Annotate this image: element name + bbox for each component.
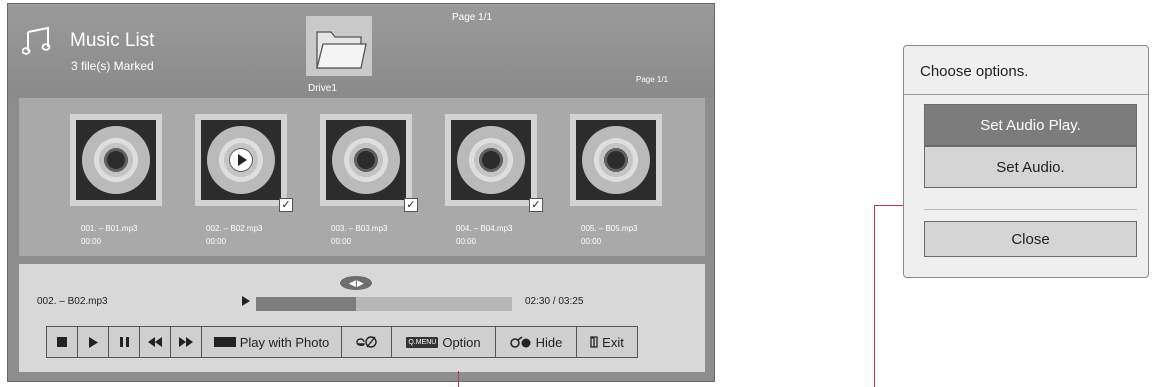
set-audio-option[interactable]: Set Audio. [924,146,1137,188]
fast-forward-icon [179,337,193,347]
option-button[interactable]: Q.MENU Option [392,327,496,357]
checkmark-icon[interactable]: ✓ [404,198,418,212]
track-thumbnail-1[interactable] [70,114,162,206]
close-button[interactable]: Close [924,221,1137,257]
rewind-icon [148,337,162,347]
cd-icon [457,126,525,194]
dialog-title: Choose options. [920,63,1029,80]
energy-saving-button[interactable] [342,327,392,357]
track-thumbnail-4[interactable]: ✓ [445,114,543,212]
stop-button[interactable] [47,327,78,357]
track-thumbnail-3[interactable]: ✓ [320,114,418,212]
hide-icon [509,336,531,348]
track-time: 00:00 [456,237,477,246]
option-label: Option [442,334,481,350]
pause-button[interactable] [109,327,140,357]
playing-indicator-icon [242,296,250,306]
track-caption-5: 005. – B05.mp3 00:00 [581,222,637,248]
track-name: 002. – B02.mp3 [206,224,263,233]
play-icon [89,336,98,348]
checkmark-icon[interactable]: ✓ [279,198,293,212]
cd-icon [332,126,400,194]
play-with-photo-label: Play with Photo [239,334,330,350]
set-audio-play-option[interactable]: Set Audio Play. [924,104,1137,146]
now-playing-title: 002. – B02.mp3 [37,296,108,307]
playback-time: 02:30 / 03:25 [525,296,584,307]
track-thumbnail-5[interactable] [570,114,662,206]
exit-label: Exit [602,334,624,350]
hide-label: Hide [535,334,563,350]
pause-icon [119,337,129,347]
pointer-line [874,205,904,206]
track-time: 00:00 [81,237,102,246]
right-arrow-icon: ▶ [356,278,364,288]
track-caption-4: 004. – B04.mp3 00:00 [456,222,512,248]
progress-bar[interactable] [256,297,512,311]
divider [924,209,1137,210]
divider [904,94,1148,95]
exit-icon [590,336,598,348]
checkmark-icon[interactable]: ✓ [529,198,543,212]
cd-icon [582,126,650,194]
track-time: 00:00 [331,237,352,246]
energy-saving-icon [355,336,377,348]
drive-folder-icon[interactable] [306,16,372,76]
hide-button[interactable]: Hide [496,327,577,357]
pointer-line [874,205,875,387]
page-title: Music List [70,30,155,51]
track-caption-3: 003. – B03.mp3 00:00 [331,222,387,248]
progress-handle[interactable]: ◀ ▶ [339,276,372,290]
stop-icon [57,337,67,347]
track-gallery: 001. – B01.mp3 00:00 ✓ 002. – B02.mp3 00:0… [19,98,705,256]
playback-panel: ◀ ▶ 002. – B02.mp3 02:30 / 03:25 Play wi… [19,264,705,372]
exit-button[interactable]: Exit [577,327,637,357]
track-time: 00:00 [581,237,602,246]
play-button[interactable] [78,327,109,357]
play-with-photo-button[interactable]: Play with Photo [202,327,342,357]
track-caption-2: 002. – B02.mp3 00:00 [206,222,262,248]
play-overlay-icon [230,149,252,171]
cd-icon [82,126,150,194]
track-caption-1: 001. – B01.mp3 00:00 [81,222,137,248]
track-time: 00:00 [206,237,227,246]
track-thumbnail-2[interactable]: ✓ [195,114,293,212]
marked-count: 3 file(s) Marked [71,59,154,73]
control-bar: Play with Photo Q.MENU Option Hide Exit [46,326,638,358]
music-note-icon [22,26,51,55]
page-indicator-top: Page 1/1 [452,12,493,23]
color-key-icon [213,337,236,347]
page-indicator-right: Page 1/1 [636,75,669,84]
track-name: 005. – B05.mp3 [581,224,638,233]
progress-fill [256,297,356,311]
drive-label: Drive1 [308,83,337,94]
options-dialog: Choose options. Set Audio Play. Set Audi… [903,45,1149,278]
qmenu-key-icon: Q.MENU [406,336,439,348]
fast-forward-button[interactable] [171,327,202,357]
header-area: Music List 3 file(s) Marked Drive1 Page … [8,4,714,97]
track-name: 003. – B03.mp3 [331,224,388,233]
pointer-line [458,371,459,387]
track-name: 004. – B04.mp3 [456,224,513,233]
track-name: 001. – B01.mp3 [81,224,138,233]
rewind-button[interactable] [140,327,171,357]
left-arrow-icon: ◀ [348,278,356,288]
music-list-screen: Music List 3 file(s) Marked Drive1 Page … [7,3,715,382]
